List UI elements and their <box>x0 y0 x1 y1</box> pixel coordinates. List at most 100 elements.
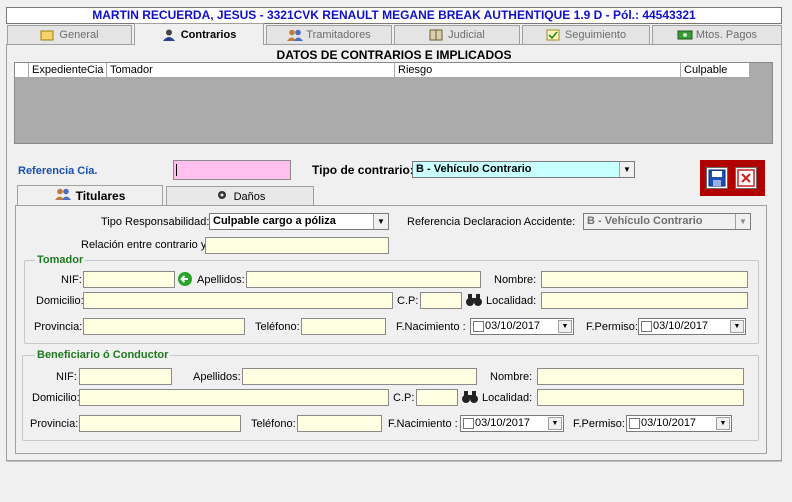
beneficiario-fnac-label: F.Nacimiento : <box>388 418 458 430</box>
person-icon <box>162 29 176 41</box>
green-arrow-icon <box>178 272 192 286</box>
beneficiario-provincia-input[interactable] <box>79 415 241 432</box>
grid-col-culpable[interactable]: Culpable <box>681 63 750 78</box>
beneficiario-domicilio-input[interactable] <box>79 389 389 406</box>
tomador-go-button[interactable] <box>177 271 193 287</box>
tomador-localidad-label: Localidad: <box>486 295 537 307</box>
subtab-titulares[interactable]: Titulares <box>17 185 163 205</box>
beneficiario-fperm-value: 03/10/2017 <box>641 417 697 429</box>
tipo-resp-label: Tipo Responsabilidad: <box>101 216 210 228</box>
tipo-resp-select[interactable]: Culpable cargo a póliza ▼ <box>209 213 389 230</box>
chevron-down-icon: ▼ <box>548 417 562 430</box>
chevron-down-icon: ▼ <box>730 320 744 333</box>
contrarios-grid[interactable]: ExpedienteCia Tomador Riesgo Culpable <box>14 62 773 144</box>
beneficiario-fperm-checkbox[interactable] <box>629 418 640 429</box>
users-icon <box>54 188 71 203</box>
chevron-down-icon: ▼ <box>373 214 388 229</box>
tomador-telefono-input[interactable] <box>301 318 386 335</box>
ref-decl-value: B - Vehículo Contrario <box>587 215 703 227</box>
ref-cia-input[interactable] <box>173 160 291 180</box>
beneficiario-telefono-input[interactable] <box>297 415 382 432</box>
tipo-contrario-label: Tipo de contrario: <box>312 163 414 177</box>
tomador-domicilio-input[interactable] <box>83 292 393 309</box>
grid-header: ExpedienteCia Tomador Riesgo Culpable <box>15 63 750 78</box>
tomador-fperm-value: 03/10/2017 <box>653 320 709 332</box>
tomador-fperm-checkbox[interactable] <box>641 321 652 332</box>
tomador-fnac-picker[interactable]: 03/10/2017 ▼ <box>470 318 574 335</box>
tomador-fnac-checkbox[interactable] <box>473 321 484 332</box>
subtab-danos[interactable]: Daños <box>166 186 314 206</box>
tipo-contrario-select[interactable]: B - Vehículo Contrario ▼ <box>412 161 635 178</box>
action-buttons-frame <box>700 160 765 196</box>
tomador-apellidos-label: Apellidos: <box>197 274 245 286</box>
tab-seguimiento[interactable]: Seguimiento <box>522 25 650 44</box>
beneficiario-fperm-picker[interactable]: 03/10/2017 ▼ <box>626 415 732 432</box>
beneficiario-apellidos-input[interactable] <box>242 368 477 385</box>
chevron-down-icon: ▼ <box>716 417 730 430</box>
grid-corner <box>15 63 29 78</box>
beneficiario-domicilio-label: Domicilio: <box>32 392 80 404</box>
beneficiario-fnac-checkbox[interactable] <box>463 418 474 429</box>
tomador-cp-input[interactable] <box>420 292 462 309</box>
tipo-contrario-value: B - Vehículo Contrario <box>416 163 532 175</box>
tomador-provincia-label: Provincia: <box>34 321 83 333</box>
users-icon <box>287 29 304 41</box>
beneficiario-nif-input[interactable] <box>79 368 172 385</box>
relacion-label: Relación entre contrario y <box>81 239 207 251</box>
money-icon <box>677 29 693 41</box>
beneficiario-cp-input[interactable] <box>416 389 458 406</box>
tab-general[interactable]: General <box>7 25 132 44</box>
tomador-title: Tomador <box>35 254 86 266</box>
grid-col-riesgo[interactable]: Riesgo <box>395 63 681 78</box>
tomador-domicilio-label: Domicilio: <box>36 295 84 307</box>
grid-col-tomador[interactable]: Tomador <box>107 63 395 78</box>
tomador-telefono-label: Teléfono: <box>255 321 300 333</box>
ref-decl-label: Referencia Declaracion Accidente: <box>407 216 576 228</box>
tomador-search-button[interactable] <box>465 292 483 307</box>
tomador-fnac-label: F.Nacimiento : <box>396 321 466 333</box>
floppy-disk-icon <box>708 169 726 187</box>
tomador-nombre-input[interactable] <box>541 271 748 288</box>
tab-contrarios[interactable]: Contrarios <box>134 23 264 45</box>
tomador-fperm-picker[interactable]: 03/10/2017 ▼ <box>638 318 746 335</box>
binoculars-icon <box>462 391 478 403</box>
tomador-cp-label: C.P: <box>397 295 419 307</box>
tomador-nombre-label: Nombre: <box>494 274 537 286</box>
tab-judicial[interactable]: Judicial <box>394 25 520 44</box>
beneficiario-fnac-value: 03/10/2017 <box>475 417 531 429</box>
section-title: DATOS DE CONTRARIOS E IMPLICADOS <box>276 48 512 62</box>
beneficiario-nombre-input[interactable] <box>537 368 744 385</box>
beneficiario-apellidos-label: Apellidos: <box>193 371 241 383</box>
beneficiario-localidad-label: Localidad: <box>482 392 533 404</box>
relacion-input[interactable] <box>205 237 389 254</box>
close-icon <box>737 169 755 187</box>
beneficiario-title: Beneficiario ó Conductor <box>35 349 171 361</box>
beneficiario-fnac-picker[interactable]: 03/10/2017 ▼ <box>460 415 564 432</box>
tipo-resp-value: Culpable cargo a póliza <box>213 215 336 227</box>
book-icon <box>429 29 443 41</box>
window-title: MARTIN RECUERDA, JESUS - 3321CVK RENAULT… <box>6 7 782 24</box>
folder-icon <box>40 29 54 41</box>
beneficiario-fperm-label: F.Permiso: <box>573 418 625 430</box>
tomador-apellidos-input[interactable] <box>246 271 481 288</box>
beneficiario-nif-label: NIF: <box>56 371 77 383</box>
tab-mtos-pagos[interactable]: Mtos. Pagos <box>652 25 782 44</box>
cancel-button[interactable] <box>735 167 757 189</box>
tab-tramitadores[interactable]: Tramitadores <box>266 25 392 44</box>
tomador-provincia-input[interactable] <box>83 318 245 335</box>
chevron-down-icon: ▼ <box>735 214 750 229</box>
chevron-down-icon: ▼ <box>558 320 572 333</box>
tomador-nif-input[interactable] <box>83 271 175 288</box>
ref-cia-label-box: Referencia Cía. Contrario <box>18 164 148 175</box>
beneficiario-search-button[interactable] <box>461 389 479 404</box>
chevron-down-icon: ▼ <box>619 162 634 177</box>
ref-cia-label: Referencia Cía. Contrario <box>18 165 98 175</box>
beneficiario-telefono-label: Teléfono: <box>251 418 296 430</box>
save-button[interactable] <box>706 167 728 189</box>
tomador-localidad-input[interactable] <box>541 292 748 309</box>
beneficiario-nombre-label: Nombre: <box>490 371 533 383</box>
tomador-fnac-value: 03/10/2017 <box>485 320 541 332</box>
ref-decl-select: B - Vehículo Contrario ▼ <box>583 213 751 230</box>
beneficiario-localidad-input[interactable] <box>537 389 744 406</box>
grid-col-expediente[interactable]: ExpedienteCia <box>29 63 107 78</box>
